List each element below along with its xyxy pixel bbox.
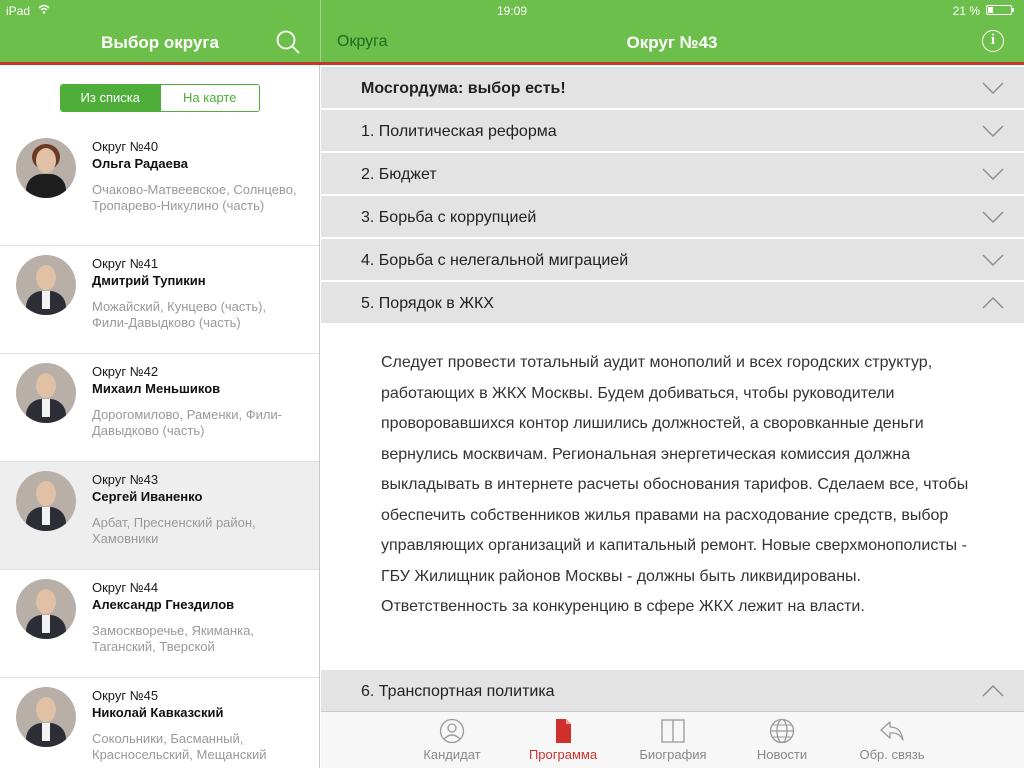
candidate-name: Михаил Меньшиков [92,381,221,396]
clock: 19:09 [496,4,528,18]
section-title: 4. Борьба с нелегальной миграцией [361,252,629,269]
district-areas: Замоскворечье, Якиманка, Таганский, Твер… [92,623,254,654]
tab-bar: Кандидат Программа Биография Новости Обр… [321,711,1024,768]
district-number: Округ №42 [92,364,159,379]
chevron-down-icon [982,82,1004,94]
section-header-corruption[interactable]: 3. Борьба с коррупцией [321,196,1024,237]
tab-biography[interactable]: Биография [623,718,723,768]
tab-label: Новости [756,747,808,762]
candidate-name: Дмитрий Тупикин [92,273,206,288]
book-icon [661,719,685,743]
program-panel: Мосгордума: выбор есть! 1. Политическая … [321,65,1024,711]
section-title: 6. Транспортная политика [361,683,555,700]
person-icon [439,718,465,744]
district-item[interactable]: Округ №45 Николай Кавказский Сокольники,… [0,678,319,768]
section-header-transport[interactable]: 6. Транспортная политика [321,670,1024,711]
candidate-name: Сергей Иваненко [92,489,203,504]
candidate-name: Александр Гнездилов [92,597,235,612]
district-number: Округ №41 [92,256,159,271]
section-title: 2. Бюджет [361,166,437,183]
chevron-down-icon [982,254,1004,266]
avatar [16,687,76,747]
view-segmented-control: Из списка На карте [60,84,260,112]
chevron-down-icon [982,125,1004,137]
top-header: iPad 19:09 21 % Выбор округа Округа Окру… [0,0,1024,62]
district-number: Округ №40 [92,139,159,154]
district-item-selected[interactable]: Округ №43 Сергей Иваненко Арбат, Преснен… [0,462,319,570]
district-number: Округ №43 [92,472,159,487]
tab-label: Программа [528,747,598,762]
chevron-down-icon [982,211,1004,223]
avatar [16,138,76,198]
tab-feedback[interactable]: Обр. связь [842,718,942,768]
page-title: Округ №43 [626,33,718,52]
search-icon[interactable] [274,28,302,56]
section-header-budget[interactable]: 2. Бюджет [321,153,1024,194]
district-areas: Дорогомилово, Раменки, Фили-Давыдково (ч… [92,407,283,438]
avatar [16,255,76,315]
candidate-name: Николай Кавказский [92,705,224,720]
district-item[interactable]: Округ №40 Ольга Радаева Очаково-Матвеевс… [0,129,319,246]
status-bar: iPad 19:09 21 % [0,0,1024,20]
avatar [16,471,76,531]
globe-icon [769,718,795,744]
section-title: 5. Порядок в ЖКХ [361,295,494,312]
tab-label: Кандидат [423,747,481,762]
district-item[interactable]: Округ №42 Михаил Меньшиков Дорогомилово,… [0,354,319,462]
map-segment-button[interactable]: На карте [159,85,259,111]
chevron-up-icon [982,297,1004,309]
section-header-housing[interactable]: 5. Порядок в ЖКХ [321,282,1024,323]
document-icon [556,719,571,743]
tab-program[interactable]: Программа [513,718,613,768]
tab-label: Биография [639,747,707,762]
section-header-migration[interactable]: 4. Борьба с нелегальной миграцией [321,239,1024,280]
avatar [16,363,76,423]
tab-news[interactable]: Новости [732,718,832,768]
district-sidebar: Из списка На карте Округ №40 Ольга Радае… [0,65,320,768]
district-areas: Сокольники, Басманный, Красносельский, М… [92,731,267,762]
left-header-title: Выбор округа [101,33,219,52]
battery-percent: 21 % [952,4,980,18]
district-areas: Очаково-Матвеевское, Солнцево, Тропарево… [92,182,297,213]
list-segment-button[interactable]: Из списка [61,85,160,111]
district-areas: Арбат, Пресненский район, Хамовники [92,515,256,546]
district-item[interactable]: Округ №41 Дмитрий Тупикин Можайский, Кун… [0,246,319,354]
district-number: Округ №45 [92,688,159,703]
tab-candidate[interactable]: Кандидат [402,718,502,768]
chevron-up-icon [982,685,1004,697]
battery-icon [986,5,1014,15]
district-areas: Можайский, Кунцево (часть), Фили-Давыдко… [92,299,267,330]
info-icon[interactable]: i [982,30,1004,52]
avatar [16,579,76,639]
section-title: 3. Борьба с коррупцией [361,209,537,226]
district-item[interactable]: Округ №44 Александр Гнездилов Замоскворе… [0,570,319,678]
reply-icon [880,721,904,741]
chevron-down-icon [982,168,1004,180]
district-list: Округ №40 Ольга Радаева Очаково-Матвеевс… [0,129,319,768]
section-header-political-reform[interactable]: 1. Политическая реформа [321,110,1024,151]
tab-label: Обр. связь [859,747,925,762]
battery-fill [988,7,993,13]
section-body-text: Следует провести тотальный аудит монопол… [381,354,969,615]
district-number: Округ №44 [92,580,159,595]
section-header-intro[interactable]: Мосгордума: выбор есть! [321,67,1024,108]
section-title: 1. Политическая реформа [361,123,557,140]
candidate-name: Ольга Радаева [92,156,188,171]
section-title: Мосгордума: выбор есть! [361,80,566,97]
